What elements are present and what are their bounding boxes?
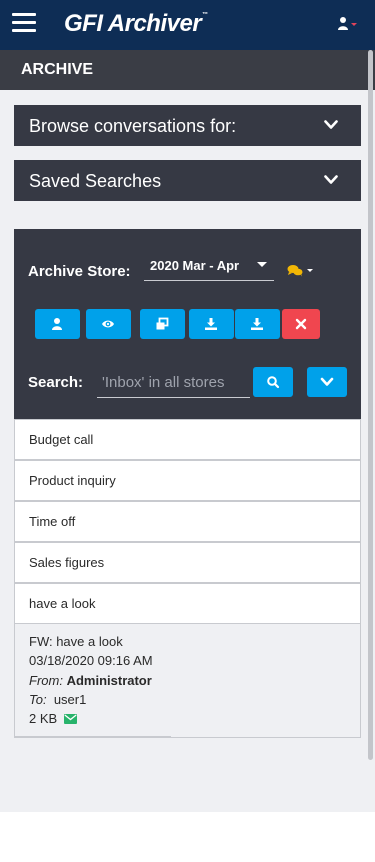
chevron-down-icon	[324, 175, 338, 184]
search-label: Search:	[28, 374, 84, 391]
hamburger-menu-icon[interactable]	[12, 13, 36, 33]
message-subject: have a look	[29, 596, 96, 611]
detail-subject: FW: have a look	[29, 634, 123, 649]
detail-to: To: user1	[29, 692, 87, 707]
detail-size: 2 KB	[29, 711, 77, 726]
search-icon	[267, 376, 280, 389]
archive-panel: Archive Store: 2020 Mar - Apr Search: 'I…	[14, 229, 361, 419]
list-item[interactable]: Time off	[14, 501, 361, 542]
archive-store-label: Archive Store:	[28, 263, 131, 280]
action-toolbar	[35, 309, 345, 339]
caret-down-icon	[257, 262, 267, 267]
list-item[interactable]: Sales figures	[14, 542, 361, 583]
list-item[interactable]: Budget call	[14, 419, 361, 460]
message-subject: Sales figures	[29, 555, 105, 570]
eye-icon	[102, 320, 114, 328]
download-icon	[205, 318, 217, 330]
user-menu-button[interactable]	[337, 16, 359, 32]
list-item[interactable]: Product inquiry	[14, 460, 361, 501]
detail-datetime: 03/18/2020 09:16 AM	[29, 653, 153, 668]
export-button[interactable]	[235, 309, 280, 339]
browse-conversations-label: Browse conversations for:	[29, 116, 237, 136]
preview-button[interactable]	[86, 309, 131, 339]
top-bar: GFI Archiver™	[0, 0, 375, 50]
chevron-down-icon	[320, 377, 334, 386]
section-header: ARCHIVE	[0, 50, 375, 90]
envelope-icon	[63, 714, 77, 724]
message-subject: Time off	[29, 514, 76, 529]
saved-searches-label: Saved Searches	[29, 171, 162, 191]
clone-icon	[156, 317, 169, 330]
message-subject: Budget call	[29, 432, 94, 447]
list-item[interactable]: have a look	[14, 583, 361, 624]
download-icon	[251, 318, 263, 330]
conversation-view-toggle[interactable]	[286, 263, 316, 279]
comments-icon	[287, 265, 313, 277]
user-action-button[interactable]	[35, 309, 80, 339]
user-icon	[52, 318, 62, 330]
browse-conversations-panel[interactable]: Browse conversations for:	[14, 105, 361, 146]
archive-store-select[interactable]: 2020 Mar - Apr	[144, 253, 274, 281]
close-icon	[295, 318, 307, 330]
message-subject: Product inquiry	[29, 473, 116, 488]
divider	[14, 736, 171, 737]
advanced-search-toggle[interactable]	[307, 367, 347, 397]
saved-searches-panel[interactable]: Saved Searches	[14, 160, 361, 201]
user-icon	[338, 17, 357, 30]
open-new-window-button[interactable]	[140, 309, 185, 339]
app-logo: GFI Archiver™	[64, 10, 208, 37]
archive-store-value: 2020 Mar - Apr	[150, 258, 240, 273]
page: GFI Archiver™ ARCHIVE Browse conversatio…	[0, 0, 375, 812]
search-button[interactable]	[253, 367, 293, 397]
scrollbar[interactable]	[368, 50, 373, 760]
download-button[interactable]	[189, 309, 234, 339]
delete-button[interactable]	[282, 309, 320, 339]
selected-message-detail[interactable]: FW: have a look 03/18/2020 09:16 AM From…	[14, 624, 361, 738]
detail-from: From: Administrator	[29, 673, 152, 688]
section-title: ARCHIVE	[21, 61, 94, 78]
search-input[interactable]	[97, 367, 250, 398]
chevron-down-icon	[324, 120, 338, 129]
